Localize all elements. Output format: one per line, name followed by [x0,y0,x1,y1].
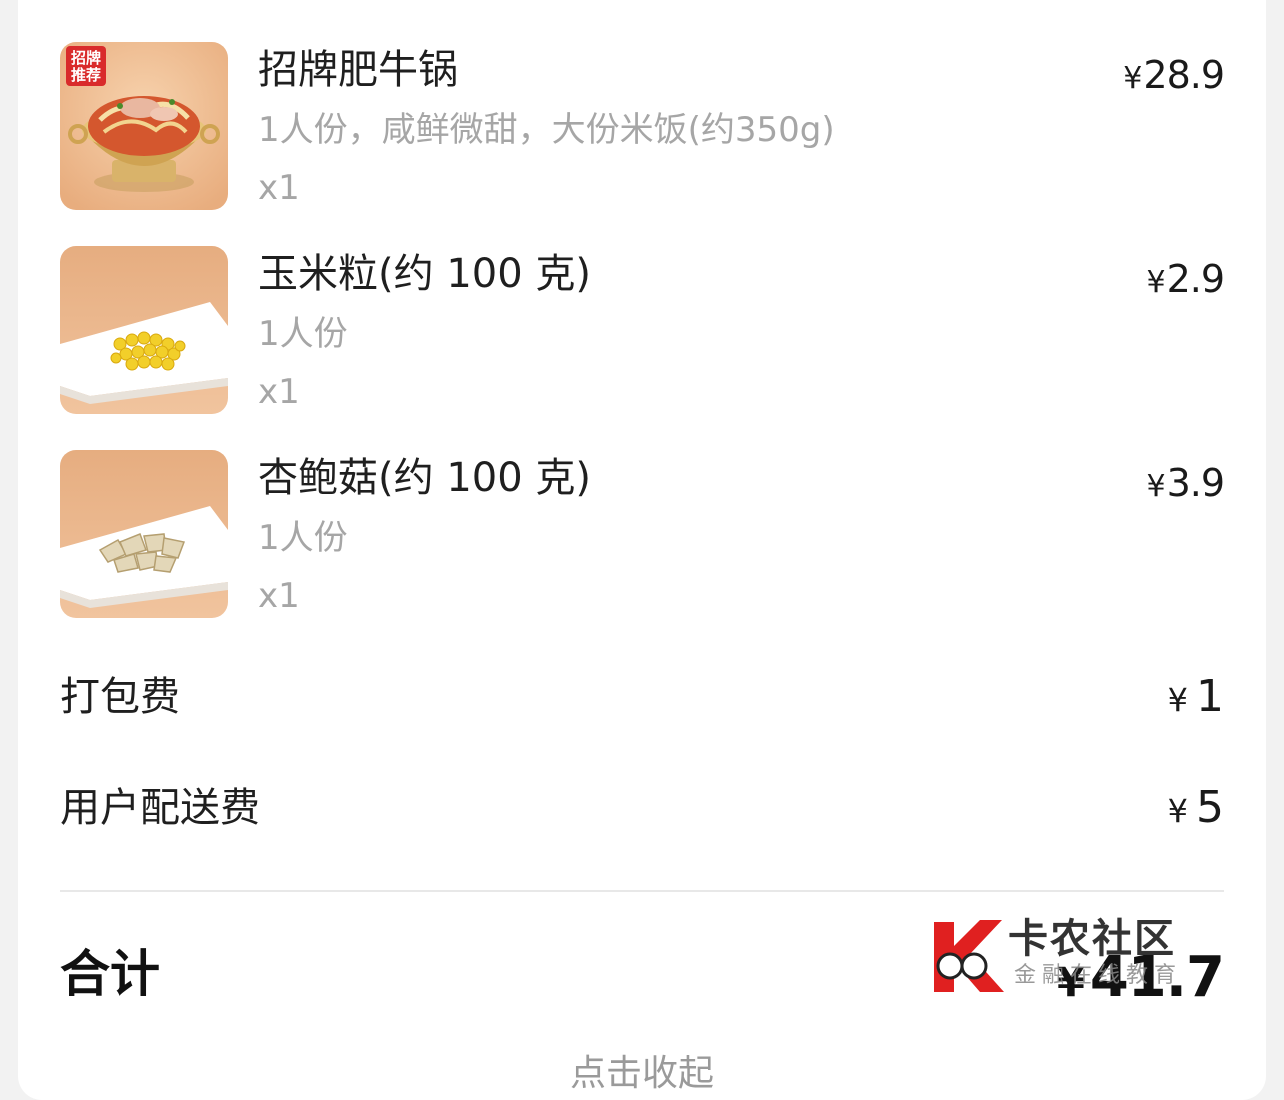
total-label: 合计 [60,945,160,1003]
item-price-value: 2.9 [1166,257,1225,301]
currency-symbol: ¥ [1146,265,1165,300]
fee-value: ¥1 [1168,667,1224,730]
item-quantity: x1 [258,576,300,616]
item-spec: 1人份 [258,314,348,354]
corn-plate-image [60,246,228,414]
item-spec: 1人份 [258,518,348,558]
order-item[interactable]: 杏鲍菇(约 100 克) 1人份 x1 ¥3.9 [60,450,1225,620]
collapse-button[interactable]: 点击收起 [0,1052,1284,1096]
total-row: 合计 ¥41.7 [60,936,1225,1016]
item-spec: 1人份，咸鲜微甜，大份米饭(约350g) [258,110,835,150]
fee-label: 打包费 [60,674,180,720]
currency-symbol: ¥ [1167,792,1188,830]
currency-symbol: ¥ [1146,469,1165,504]
item-name: 杏鲍菇(约 100 克) [258,455,591,501]
currency-symbol: ¥ [1056,960,1085,1006]
beef-hotpot-image: 招牌 推荐 [60,42,228,210]
item-price-value: 28.9 [1143,53,1225,97]
item-price: ¥3.9 [1146,458,1225,512]
item-price: ¥2.9 [1146,254,1225,308]
fee-amount: 5 [1196,782,1224,833]
badge-text: 招牌 [71,49,101,67]
currency-symbol: ¥ [1167,681,1188,719]
fee-amount: 1 [1196,671,1224,722]
order-item[interactable]: 招牌 推荐 招牌肥牛锅 1人份，咸鲜微甜，大份米饭(约350g) x1 ¥28.… [60,42,1225,212]
item-name: 玉米粒(约 100 克) [258,251,591,297]
delivery-fee-row: 用户配送费 ¥5 [60,778,1224,838]
item-price-value: 3.9 [1166,461,1225,505]
fee-value: ¥5 [1168,778,1224,841]
packaging-fee-row: 打包费 ¥1 [60,667,1224,727]
mushroom-plate-image [60,450,228,618]
currency-symbol: ¥ [1123,61,1142,96]
svg-text:推荐: 推荐 [71,66,101,84]
fee-label: 用户配送费 [60,785,260,831]
divider [60,890,1224,892]
total-value: ¥41.7 [1056,940,1225,1021]
item-name: 招牌肥牛锅 [258,47,458,93]
item-quantity: x1 [258,372,300,412]
order-item[interactable]: 玉米粒(约 100 克) 1人份 x1 ¥2.9 [60,246,1225,416]
total-amount: 41.7 [1089,945,1225,1010]
item-price: ¥28.9 [1123,50,1225,104]
item-quantity: x1 [258,168,300,208]
